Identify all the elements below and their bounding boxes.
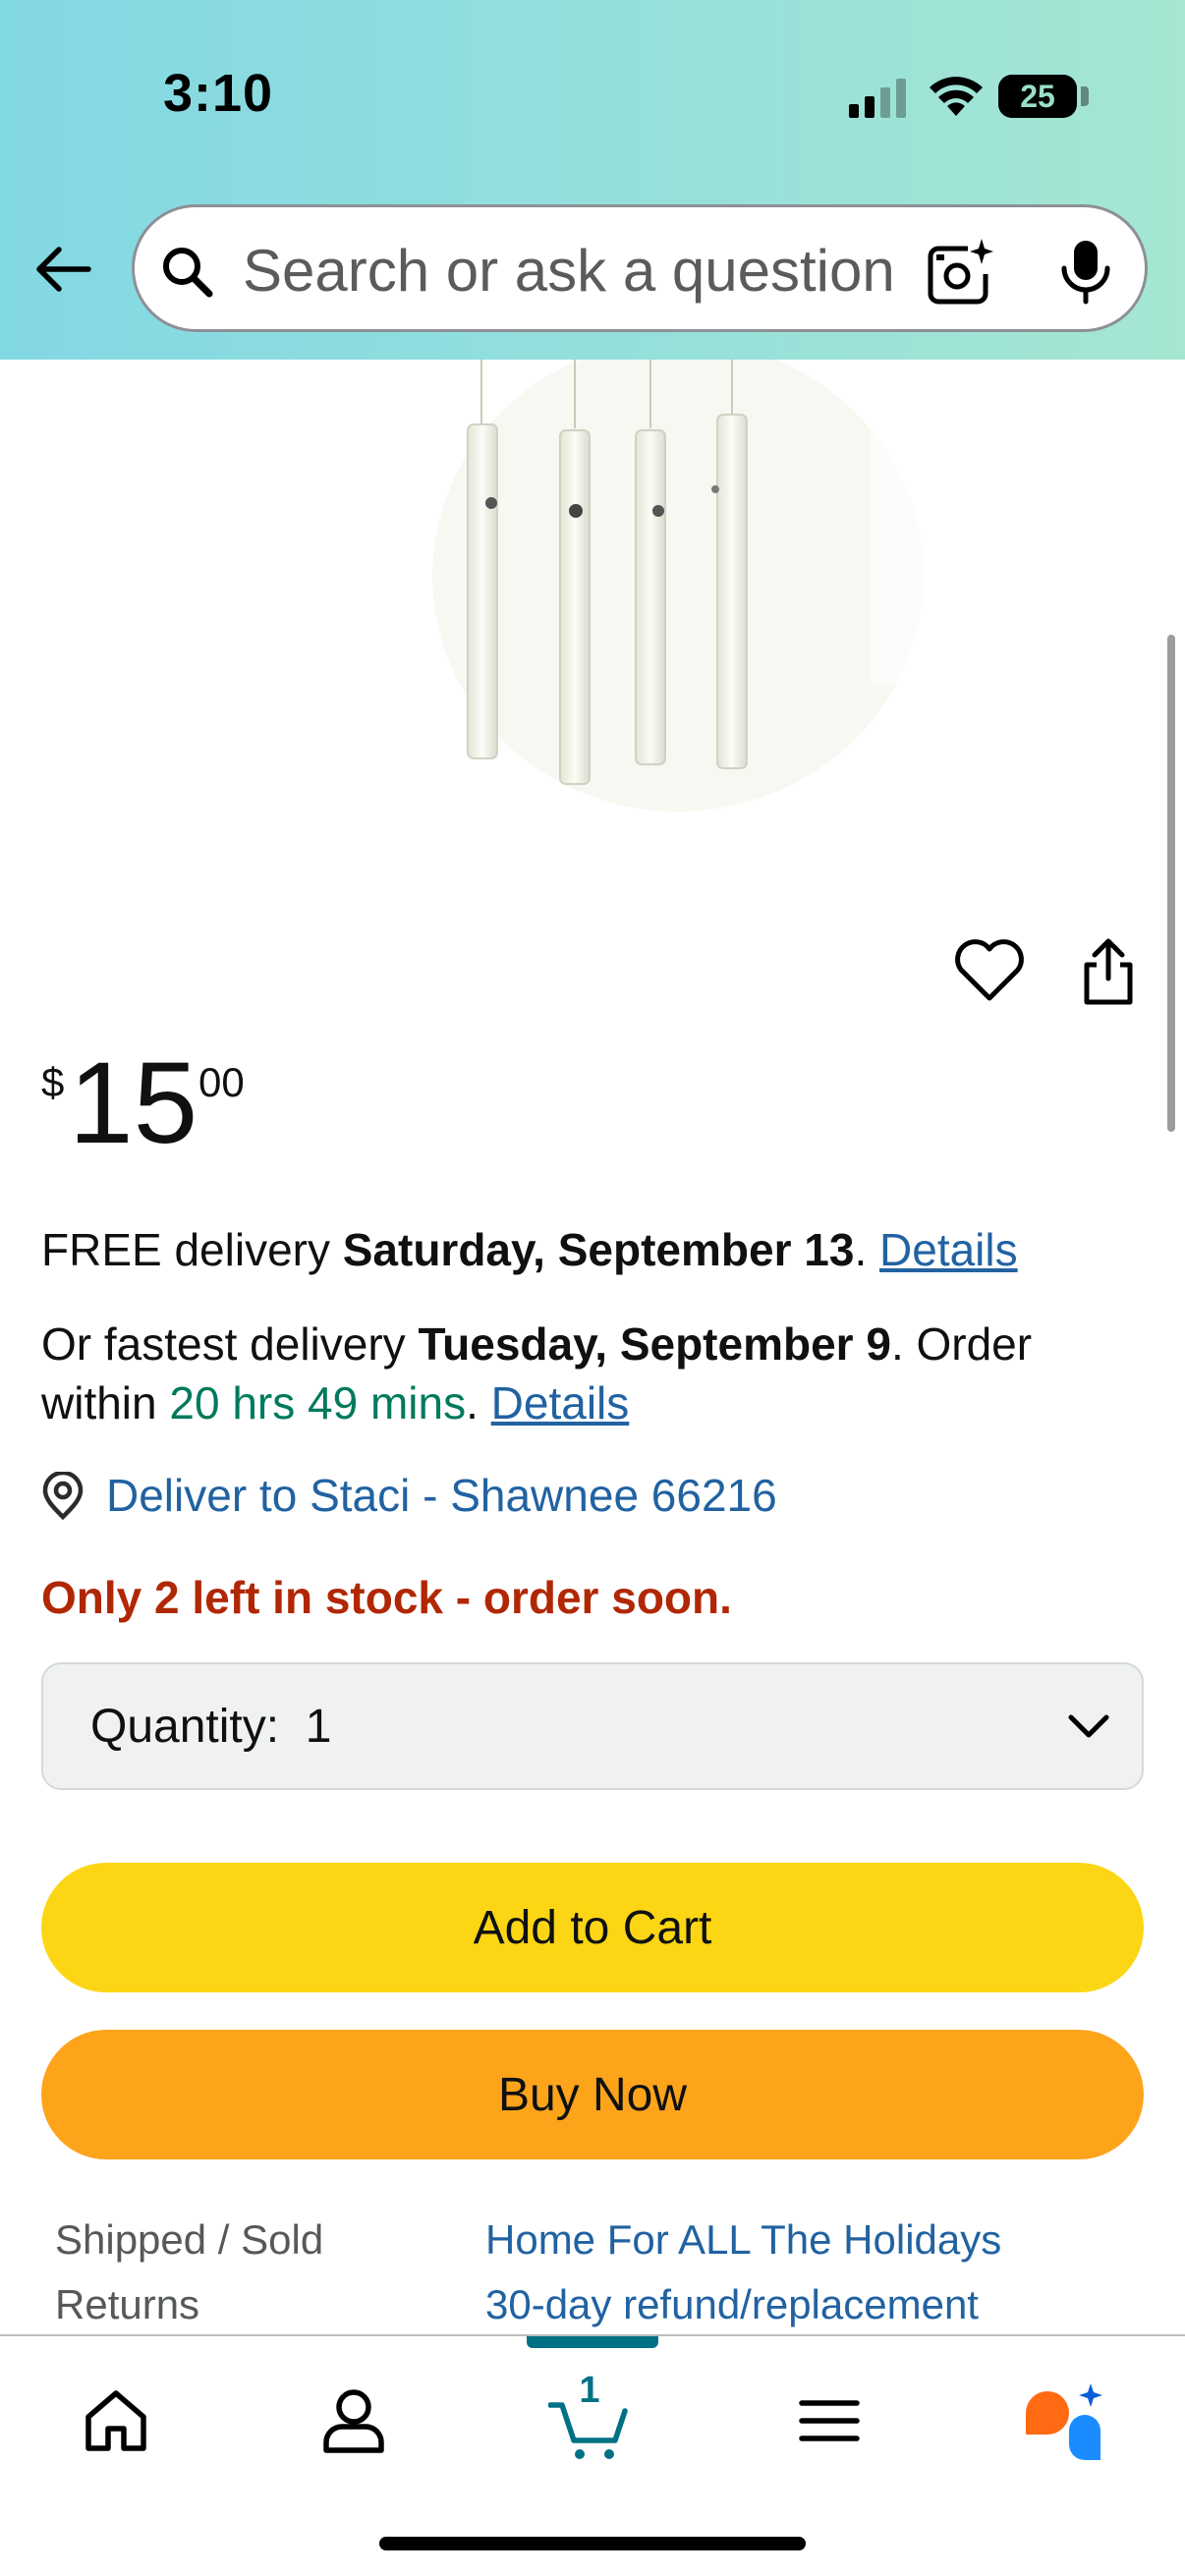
- quantity-label-text: Quantity:: [90, 1701, 280, 1753]
- home-indicator[interactable]: [379, 2537, 806, 2550]
- battery-nub: [1081, 86, 1089, 106]
- free-delivery-line: FREE delivery Saturday, September 13. De…: [41, 1220, 1018, 1279]
- quantity-dropdown[interactable]: Quantity: 1: [41, 1662, 1144, 1790]
- price-symbol: $: [41, 1059, 65, 1105]
- battery-icon: 25: [998, 75, 1077, 118]
- search-input[interactable]: [243, 227, 950, 313]
- returns-policy-link[interactable]: 30-day refund/replacement: [485, 2277, 979, 2332]
- search-icon: [163, 248, 213, 298]
- order-within-time: 20 hrs 49 mins: [169, 1377, 467, 1428]
- order-within-line: within 20 hrs 49 mins. Details: [41, 1373, 629, 1432]
- free-delivery-details-link[interactable]: Details: [879, 1224, 1018, 1275]
- quantity-label: Quantity: 1: [90, 1698, 331, 1757]
- camera-sparkle-icon[interactable]: [925, 237, 995, 306]
- free-delivery-prefix: FREE delivery: [41, 1224, 343, 1275]
- back-arrow-icon[interactable]: [31, 238, 94, 301]
- buy-now-button[interactable]: Buy Now: [41, 2030, 1144, 2159]
- order-within-suffix: .: [466, 1377, 491, 1428]
- header: 3:10 25: [0, 0, 1185, 360]
- wifi-icon: [930, 77, 983, 116]
- quantity-value: 1: [305, 1701, 332, 1753]
- location-pin-icon: [42, 1472, 84, 1521]
- product-page: 3:10 25 Search or ask a question $ 15 00…: [0, 0, 1185, 2576]
- cellular-signal-icon: [849, 79, 906, 118]
- returns-label: Returns: [55, 2281, 200, 2327]
- stock-status: Only 2 left in stock - order soon.: [41, 1572, 732, 1623]
- status-time: 3:10: [163, 64, 274, 123]
- add-to-cart-button[interactable]: Add to Cart: [41, 1863, 1144, 1992]
- heart-icon[interactable]: [953, 937, 1026, 1004]
- product-image[interactable]: [285, 360, 933, 851]
- fastest-delivery-date: Tuesday, September 9: [418, 1318, 891, 1370]
- price-whole: 15: [69, 1038, 198, 1168]
- order-within-prefix: within: [41, 1377, 170, 1428]
- account-icon[interactable]: [312, 2380, 395, 2462]
- cart-tab[interactable]: 1: [548, 2370, 631, 2462]
- search-bar[interactable]: [132, 204, 1148, 332]
- price-fraction: 00: [198, 1059, 245, 1105]
- deliver-to-link[interactable]: Deliver to Staci - Shawnee 66216: [106, 1466, 777, 1525]
- home-icon[interactable]: [75, 2380, 157, 2462]
- chevron-down-icon: [1068, 1714, 1109, 1738]
- share-icon[interactable]: [1079, 935, 1138, 1006]
- fastest-delivery-order: . Order: [890, 1318, 1033, 1370]
- shipped-sold-label: Shipped / Sold: [55, 2216, 324, 2263]
- free-delivery-suffix: .: [854, 1224, 880, 1275]
- fastest-delivery-details-link[interactable]: Details: [491, 1377, 630, 1428]
- cart-icon: [548, 2402, 628, 2459]
- battery-percent: 25: [1020, 79, 1055, 114]
- active-tab-indicator: [527, 2336, 658, 2348]
- free-delivery-date: Saturday, September 13: [342, 1224, 855, 1275]
- menu-icon[interactable]: [788, 2380, 871, 2462]
- scrollbar[interactable]: [1167, 635, 1175, 1132]
- fastest-delivery-line: Or fastest delivery Tuesday, September 9…: [41, 1315, 1032, 1373]
- fastest-delivery-prefix: Or fastest delivery: [41, 1318, 419, 1370]
- rufus-icon[interactable]: [1020, 2380, 1102, 2462]
- seller-link[interactable]: Home For ALL The Holidays: [485, 2212, 1001, 2268]
- microphone-icon[interactable]: [1056, 237, 1115, 306]
